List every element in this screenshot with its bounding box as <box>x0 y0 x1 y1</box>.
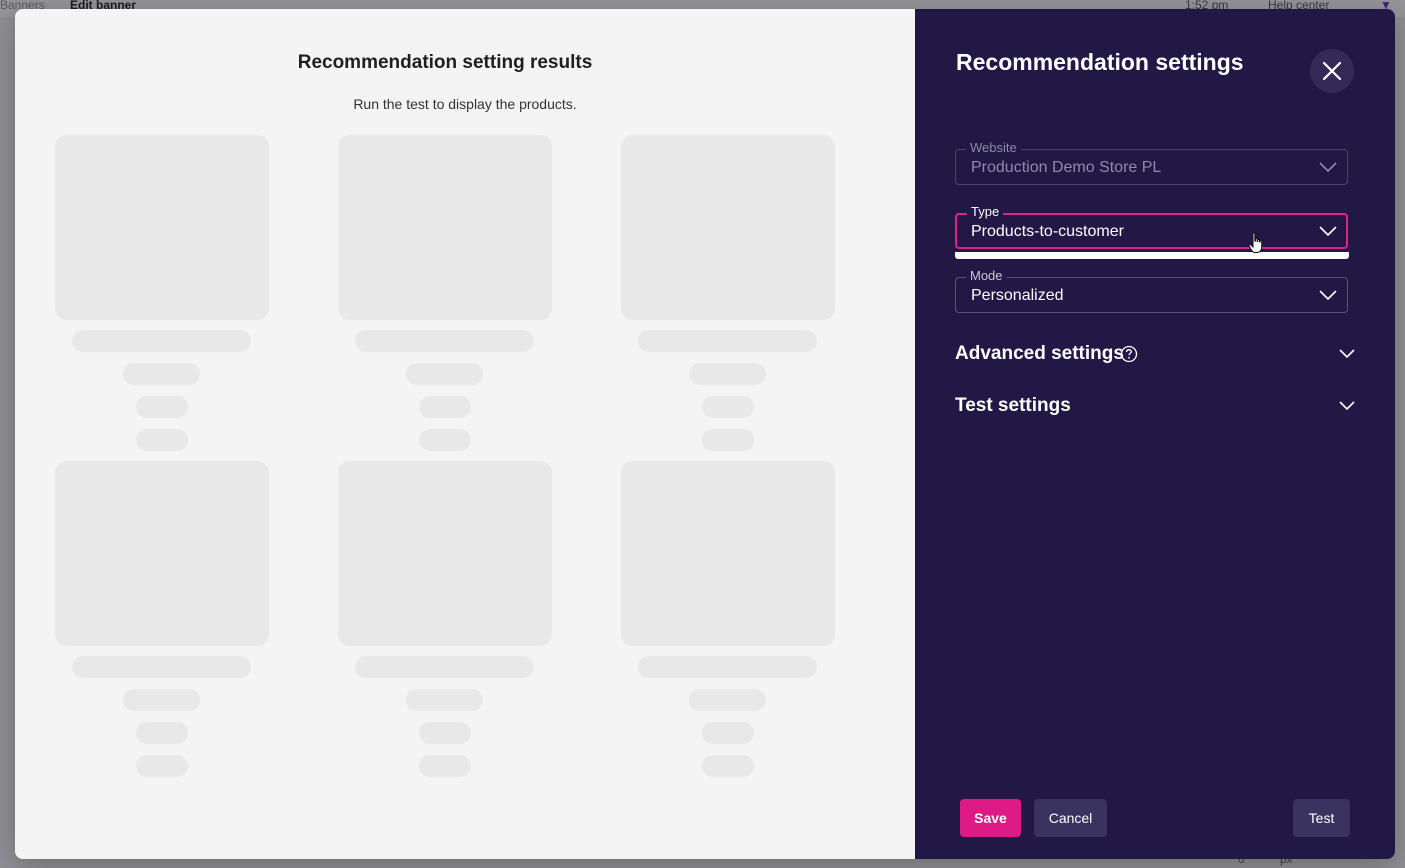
placeholder-line <box>419 396 471 418</box>
placeholder-image <box>338 461 552 646</box>
test-settings-label: Test settings <box>955 395 1071 416</box>
placeholder-line <box>689 363 766 385</box>
product-placeholder-card <box>55 461 269 781</box>
help-circle-icon[interactable] <box>1120 345 1138 363</box>
placeholder-line <box>72 330 251 352</box>
mode-value: Personalized <box>971 287 1064 304</box>
placeholder-line <box>702 755 754 777</box>
placeholder-line <box>355 656 534 678</box>
placeholder-line <box>419 722 471 744</box>
placeholder-line <box>136 722 188 744</box>
save-button[interactable]: Save <box>960 799 1021 837</box>
website-select: Website Production Demo Store PL <box>955 140 1348 185</box>
product-placeholder-card <box>338 135 552 455</box>
placeholder-line <box>136 755 188 777</box>
mode-label: Mode <box>966 268 1007 284</box>
placeholder-image <box>621 461 835 646</box>
placeholder-line <box>702 429 754 451</box>
settings-title: Recommendation settings <box>956 49 1244 75</box>
chevron-down-icon <box>1319 162 1337 173</box>
placeholder-line <box>136 429 188 451</box>
placeholder-line <box>419 429 471 451</box>
product-placeholder-card <box>621 135 835 455</box>
placeholder-line <box>638 330 817 352</box>
chevron-down-icon <box>1339 349 1355 359</box>
hand-cursor-icon <box>1248 232 1263 253</box>
close-button[interactable] <box>1310 49 1354 93</box>
placeholder-image <box>55 461 269 646</box>
results-subtitle: Run the test to display the products. <box>353 96 577 112</box>
website-value: Production Demo Store PL <box>971 159 1162 176</box>
results-panel: Recommendation setting results Run the t… <box>15 9 915 859</box>
type-label: Type <box>967 204 1004 220</box>
placeholder-line <box>689 689 766 711</box>
placeholder-line <box>136 396 188 418</box>
placeholder-image <box>338 135 552 320</box>
results-title: Recommendation setting results <box>297 52 593 73</box>
placeholder-line <box>638 656 817 678</box>
placeholder-line <box>355 330 534 352</box>
type-dropdown-menu[interactable] <box>955 252 1349 259</box>
test-button[interactable]: Test <box>1293 799 1350 837</box>
settings-panel: Recommendation settings Website Producti… <box>915 9 1395 859</box>
placeholder-line <box>419 755 471 777</box>
recommendation-modal: Recommendation setting results Run the t… <box>15 9 1395 859</box>
placeholder-line <box>123 363 200 385</box>
product-placeholder-card <box>621 461 835 781</box>
placeholder-image <box>55 135 269 320</box>
cancel-button[interactable]: Cancel <box>1034 799 1107 837</box>
chevron-down-icon <box>1319 290 1337 301</box>
placeholder-line <box>702 396 754 418</box>
placeholder-line <box>702 722 754 744</box>
placeholder-image <box>621 135 835 320</box>
test-settings-toggle[interactable]: Test settings <box>955 395 1355 421</box>
placeholder-line <box>72 656 251 678</box>
placeholder-line <box>406 689 483 711</box>
type-value: Products-to-customer <box>971 223 1124 240</box>
placeholder-line <box>406 363 483 385</box>
type-select[interactable]: Type Products-to-customer <box>955 204 1348 249</box>
close-icon <box>1322 61 1342 81</box>
product-placeholder-card <box>338 461 552 781</box>
mode-select[interactable]: Mode Personalized <box>955 268 1348 313</box>
chevron-down-icon <box>1339 401 1355 411</box>
placeholder-line <box>123 689 200 711</box>
product-placeholder-card <box>55 135 269 455</box>
website-label: Website <box>966 140 1021 156</box>
advanced-settings-toggle[interactable]: Advanced settings <box>955 343 1355 369</box>
chevron-down-icon <box>1319 226 1337 237</box>
advanced-settings-label: Advanced settings <box>955 343 1124 364</box>
